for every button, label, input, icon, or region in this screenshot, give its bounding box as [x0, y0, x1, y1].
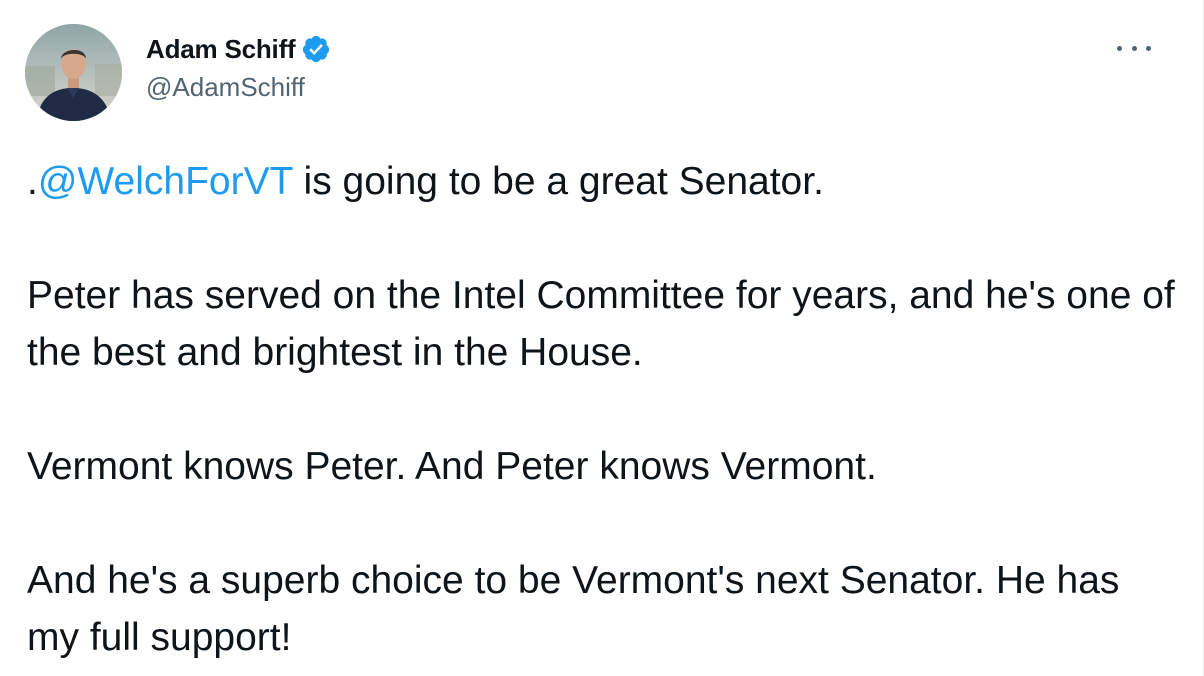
more-horizontal-icon-dot: [1146, 45, 1151, 51]
tweet-paragraph-1: .@WelchForVT is going to be a great Sena…: [27, 153, 1177, 210]
name-row: Adam Schiff: [146, 30, 331, 68]
display-name[interactable]: Adam Schiff: [146, 34, 296, 65]
tweet-text: .@WelchForVT is going to be a great Sena…: [27, 153, 1177, 666]
tweet-text-suffix: is going to be a great Senator.: [292, 160, 824, 203]
tweet-paragraph-2: Peter has served on the Intel Committee …: [27, 274, 1175, 374]
more-horizontal-icon-dot: [1131, 45, 1137, 51]
tweet-paragraph-3: Vermont knows Peter. And Peter knows Ver…: [27, 445, 877, 488]
tweet-paragraph-4: And he's a superb choice to be Vermont's…: [27, 559, 1120, 659]
mention-link[interactable]: @WelchForVT: [38, 160, 293, 203]
more-options-button[interactable]: [1117, 36, 1151, 60]
verified-badge-icon: [301, 34, 331, 64]
more-horizontal-icon: [1117, 45, 1122, 51]
avatar-photo: [25, 24, 122, 121]
avatar[interactable]: [25, 24, 122, 121]
tweet-card: Adam Schiff @AdamSchiff .@WelchForVT is …: [0, 0, 1204, 676]
tweet-text-prefix: .: [27, 160, 38, 203]
handle[interactable]: @AdamSchiff: [146, 72, 331, 103]
author-block: Adam Schiff @AdamSchiff: [146, 30, 331, 103]
